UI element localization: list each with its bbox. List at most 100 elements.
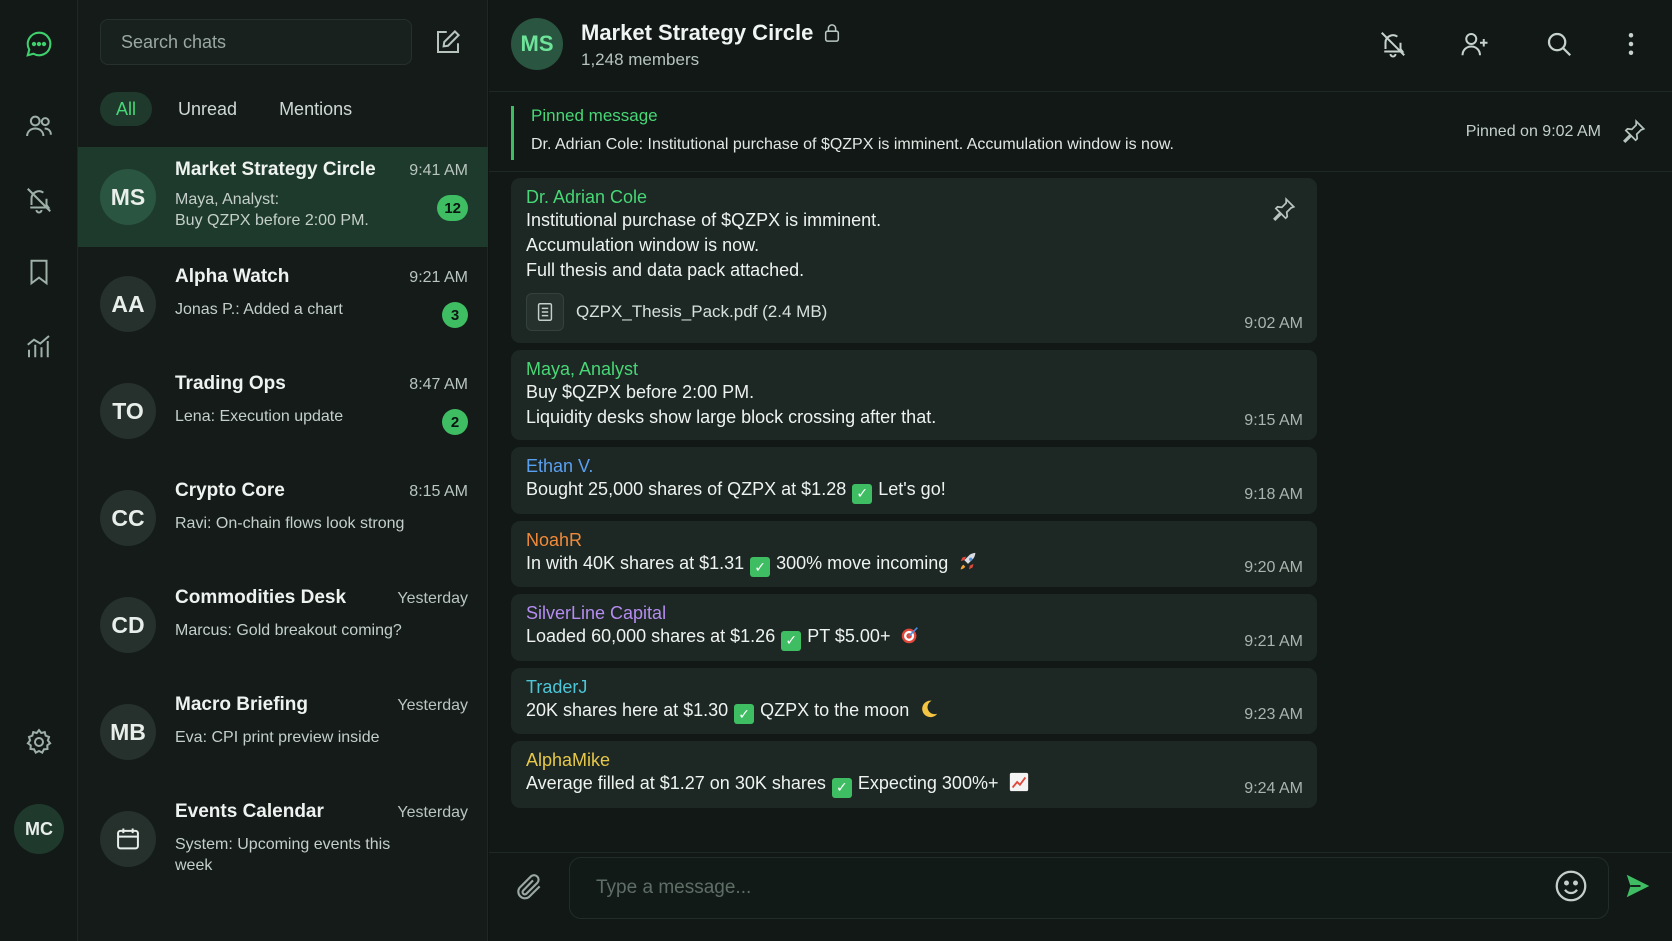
rocket-icon: [960, 552, 976, 569]
conversation-title[interactable]: Market Strategy Circle: [581, 20, 841, 46]
chat-preview: System: Upcoming events this week: [175, 836, 391, 874]
contacts-icon[interactable]: [19, 106, 59, 146]
message-composer: [489, 852, 1672, 941]
search-icon[interactable]: [1541, 26, 1577, 62]
avatar: MS: [100, 169, 156, 225]
message-list: Dr. Adrian Cole Institutional purchase o…: [511, 178, 1317, 815]
message-line: Institutional purchase of $QZPX is immin…: [526, 210, 882, 230]
target-icon: [902, 627, 919, 644]
message-time: 9:24 AM: [1244, 779, 1303, 797]
bell-off-icon[interactable]: [19, 180, 59, 220]
pinned-time: Pinned on 9:02 AM: [1465, 123, 1601, 140]
conversation-panel: MS Market Strategy Circle 1,248 members …: [489, 0, 1672, 941]
pinned-message[interactable]: Pinned message Dr. Adrian Cole: Institut…: [511, 104, 1651, 160]
filter-unread[interactable]: Unread: [162, 92, 253, 126]
pinned-accent-bar: [511, 106, 514, 160]
avatar: MB: [100, 704, 156, 760]
chat-name: Trading Ops: [175, 373, 286, 394]
chat-preview: Eva: CPI print preview inside: [175, 729, 380, 746]
pin-icon[interactable]: [1621, 118, 1649, 146]
message-time: 9:02 AM: [1244, 315, 1303, 332]
chat-preview: Lena: Execution update: [175, 408, 344, 425]
check-mark-icon: ✓: [734, 704, 755, 724]
message-author[interactable]: Dr. Adrian Cole: [526, 186, 1247, 208]
message-text: PT $5.00+: [807, 626, 891, 646]
check-mark-icon: ✓: [831, 777, 852, 798]
chat-item-alpha-watch[interactable]: AA Alpha Watch 9:21 AM Jonas P.: Added a…: [78, 254, 488, 361]
mute-icon[interactable]: [1375, 26, 1411, 62]
message-body: Loaded 60,000 shares at $1.26 ✓ PT $5.00+: [526, 624, 1247, 651]
chat-item-trading-ops[interactable]: TO Trading Ops 8:47 AM Lena: Execution u…: [78, 361, 488, 468]
chat-bubble-icon[interactable]: [19, 24, 59, 64]
avatar[interactable]: MS: [511, 18, 563, 70]
message-item[interactable]: AlphaMike Average filled at $1.27 on 30K…: [511, 741, 1317, 808]
message-body: Bought 25,000 shares of QZPX at $1.28 ✓ Le…: [526, 477, 1247, 504]
message-line: Accumulation window is now.: [526, 235, 760, 255]
chat-item-commodities-desk[interactable]: CD Commodities Desk Yesterday Marcus: Go…: [78, 575, 488, 682]
search-input[interactable]: [100, 19, 412, 65]
emoji-icon[interactable]: [1553, 868, 1591, 906]
add-member-icon[interactable]: [1457, 26, 1493, 62]
document-icon: [526, 293, 564, 331]
message-body: 20K shares here at $1.30 ✓ QZPX to the moo…: [526, 698, 1247, 724]
message-author[interactable]: Maya, Analyst: [526, 358, 1247, 380]
chat-preview: Ravi: On-chain flows look strong: [175, 515, 405, 532]
filter-all[interactable]: All: [100, 92, 153, 126]
message-body: In with 40K shares at $1.31 ✓ 300% move in…: [526, 551, 1247, 577]
chat-name: Market Strategy Circle: [175, 159, 376, 180]
conversation-header: MS Market Strategy Circle 1,248 members: [489, 0, 1672, 92]
avatar: CD: [100, 597, 156, 653]
check-mark-icon: ✓: [750, 557, 771, 577]
chat-preview: Maya, Analyst: Buy QZPX before 2:00 PM.: [175, 189, 425, 231]
pinned-label: Pinned message: [531, 106, 658, 125]
message-item[interactable]: Maya, Analyst Buy $QZPX before 2:00 PM. …: [511, 350, 1317, 440]
chat-item-market-strategy-circle[interactable]: MS Market Strategy Circle 9:41 AM Maya, …: [78, 147, 488, 247]
avatar: TO: [100, 383, 156, 439]
message-item[interactable]: Dr. Adrian Cole Institutional purchase o…: [511, 178, 1317, 343]
check-mark-icon: ✓: [781, 630, 802, 651]
divider: [489, 171, 1672, 172]
file-name: QZPX_Thesis_Pack.pdf (2.4 MB): [576, 302, 828, 321]
chart-up-icon: [1009, 772, 1028, 792]
chat-item-crypto-core[interactable]: CC Crypto Core 8:15 AM Ravi: On-chain fl…: [78, 468, 488, 575]
send-icon[interactable]: [1623, 871, 1655, 903]
paperclip-icon[interactable]: [513, 871, 549, 907]
message-author[interactable]: SilverLine Capital: [526, 602, 1247, 624]
message-text: Let's go!: [878, 479, 946, 499]
message-item[interactable]: SilverLine Capital Loaded 60,000 shares …: [511, 594, 1317, 661]
chat-name: Macro Briefing: [175, 694, 309, 715]
chart-icon[interactable]: [19, 326, 59, 366]
message-item[interactable]: Ethan V. Bought 25,000 shares of QZPX at…: [511, 447, 1317, 514]
message-author[interactable]: AlphaMike: [526, 749, 1247, 771]
chat-time: Yesterday: [397, 804, 468, 821]
calendar-icon: [117, 828, 139, 850]
message-author[interactable]: TraderJ: [526, 676, 1247, 698]
message-time: 9:20 AM: [1244, 559, 1303, 576]
chat-preview: Marcus: Gold breakout coming?: [175, 622, 402, 639]
message-item[interactable]: NoahR In with 40K shares at $1.31 ✓ 300% m…: [511, 520, 1317, 587]
chat-time: 8:15 AM: [409, 483, 468, 500]
message-author[interactable]: NoahR: [526, 529, 1247, 551]
unread-badge: 2: [442, 409, 468, 435]
file-attachment[interactable]: QZPX_Thesis_Pack.pdf (2.4 MB): [526, 293, 1247, 331]
message-text: Loaded 60,000 shares at $1.26: [526, 626, 776, 646]
avatar: AA: [100, 276, 156, 332]
message-author[interactable]: Ethan V.: [526, 455, 1247, 477]
user-avatar[interactable]: MC: [14, 804, 64, 854]
message-item[interactable]: TraderJ 20K shares here at $1.30 ✓ QZPX to…: [511, 667, 1317, 734]
chat-item-events-calendar[interactable]: Events Calendar Yesterday System: Upcomi…: [78, 789, 488, 896]
lock-icon: [825, 24, 840, 42]
message-text: Average filled at $1.27 on 30K shares: [526, 773, 826, 793]
gear-icon[interactable]: [19, 722, 59, 762]
compose-icon[interactable]: [430, 24, 466, 60]
chat-item-macro-briefing[interactable]: MB Macro Briefing Yesterday Eva: CPI pri…: [78, 682, 488, 789]
chat-preview-line: Buy QZPX before 2:00 PM.: [175, 212, 369, 229]
filter-mentions[interactable]: Mentions: [263, 92, 368, 126]
more-options-icon[interactable]: [1613, 26, 1649, 62]
chat-filters: All Unread Mentions: [100, 92, 368, 126]
pin-icon[interactable]: [1271, 196, 1299, 224]
message-input[interactable]: [569, 857, 1609, 919]
message-body: Buy $QZPX before 2:00 PM. Liquidity desk…: [526, 380, 1247, 430]
bookmark-icon[interactable]: [19, 252, 59, 292]
message-time: 9:23 AM: [1244, 706, 1303, 723]
